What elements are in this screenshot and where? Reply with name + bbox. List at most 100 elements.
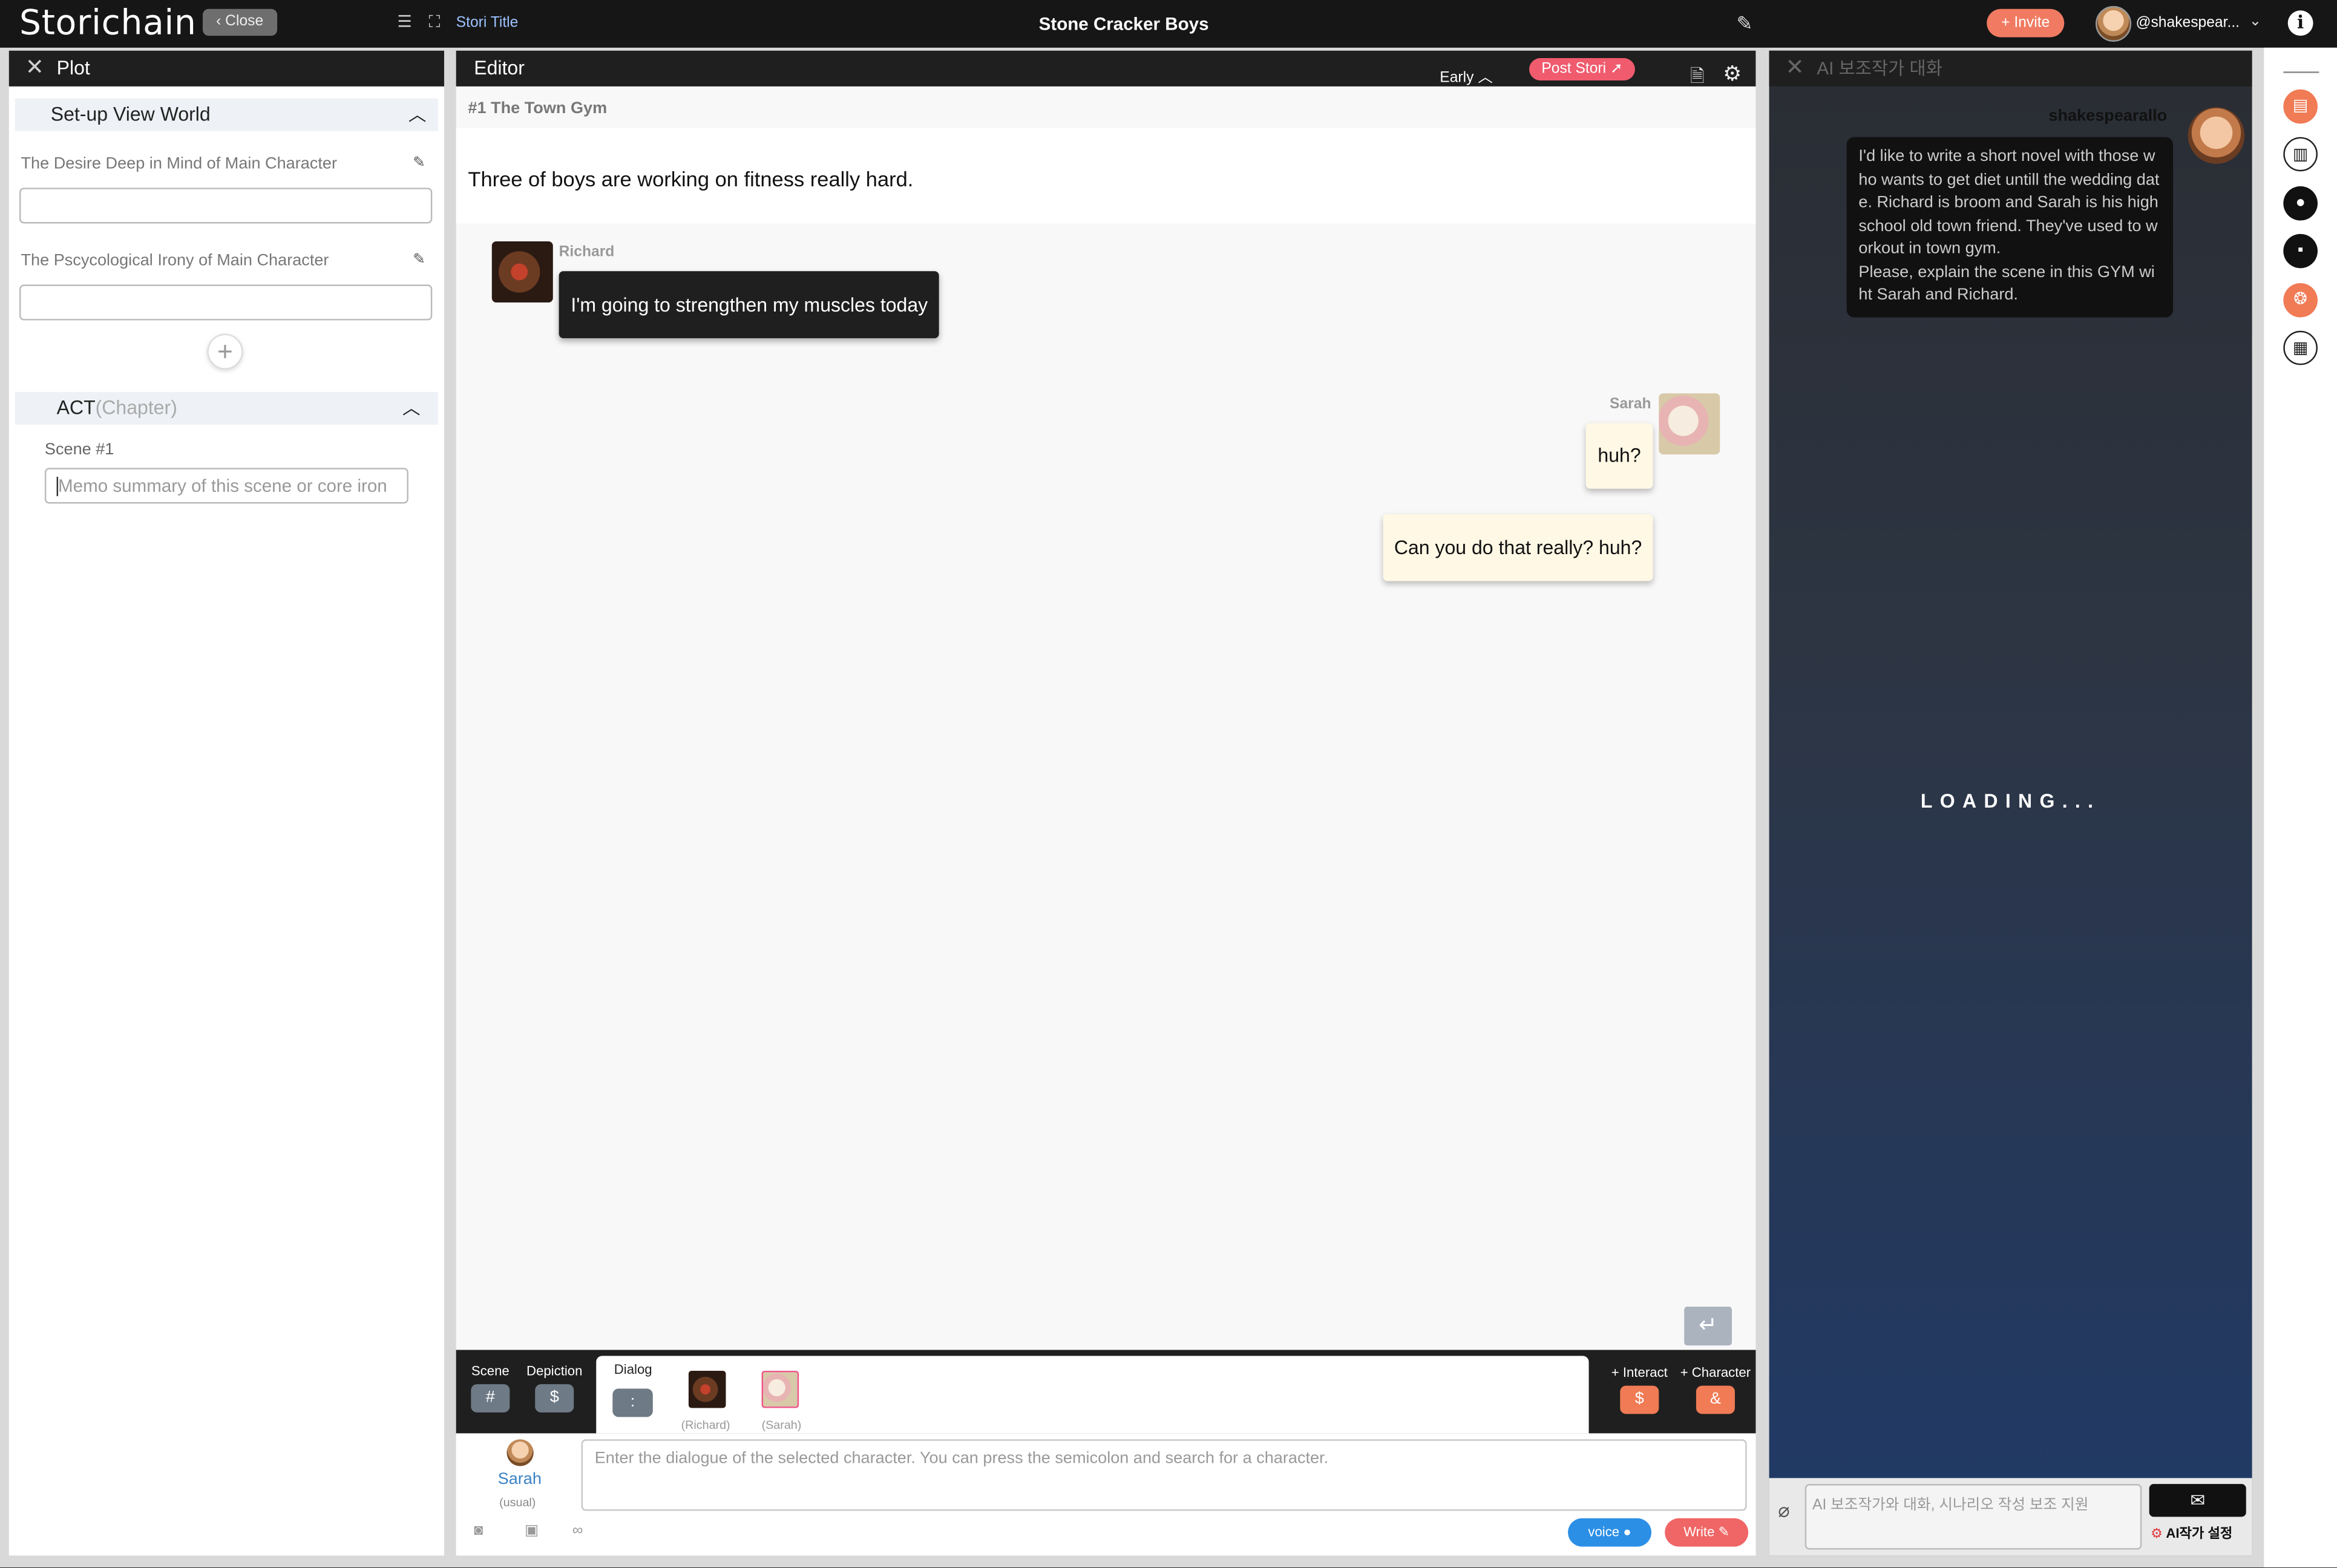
voice-button[interactable]: voice ● xyxy=(1568,1518,1652,1547)
scene-tool-button[interactable]: # xyxy=(471,1384,510,1413)
camera-icon[interactable]: ◙ xyxy=(474,1523,483,1539)
username[interactable]: @shakespear... xyxy=(2135,15,2240,31)
ai-settings-label: AI작가 설정 xyxy=(2166,1526,2233,1541)
dialog-bubble[interactable]: Can you do that really? huh? xyxy=(1383,514,1653,581)
scene-tool-label: Scene xyxy=(471,1363,510,1379)
ai-title: AI 보조작가 대화 xyxy=(1817,58,1942,79)
richard-avatar[interactable] xyxy=(491,241,553,302)
top-bar: Storichain ‹ Close ☰ ⛶ Stori Title Stone… xyxy=(0,0,2337,48)
ai-header: ✕ AI 보조작가 대화 xyxy=(1769,50,2252,87)
speaker-name: Sarah xyxy=(1610,396,1651,413)
scene-title: #1 The Town Gym xyxy=(468,100,608,118)
close-icon[interactable]: ✕ xyxy=(1786,51,1804,87)
paperclip-icon[interactable]: ⌀ xyxy=(1778,1499,1789,1523)
chat-bubble-icon[interactable]: ● xyxy=(2283,186,2318,221)
info-icon[interactable]: i xyxy=(2287,10,2313,36)
ai-chat-input[interactable]: AI 보조작가와 대화, 시나리오 작성 보조 지원 xyxy=(1804,1484,2142,1550)
rail-divider xyxy=(2283,71,2319,73)
selected-character-avatar[interactable] xyxy=(506,1439,534,1466)
desire-field-label: The Desire Deep in Mind of Main Characte… xyxy=(21,155,338,173)
dialog-bubble[interactable]: huh? xyxy=(1585,423,1653,489)
early-dropdown[interactable]: Early ︿ xyxy=(1440,61,1493,97)
scene-tool[interactable]: Scene # xyxy=(468,1364,513,1413)
interact-tool[interactable]: + Interact $ xyxy=(1607,1365,1672,1414)
mic-icon: ● xyxy=(1623,1524,1631,1540)
dialog-tool-label: Dialog xyxy=(614,1362,652,1377)
story-title: Stone Cracker Boys xyxy=(1038,13,1209,34)
scene-label: Scene #1 xyxy=(44,441,114,459)
write-button[interactable]: Write ✎ xyxy=(1665,1518,1749,1547)
dialog-input[interactable]: Enter the dialogue of the selected chara… xyxy=(581,1439,1747,1511)
chevron-down-icon[interactable]: ⌄ xyxy=(2249,13,2262,30)
character-tool[interactable]: + Character & xyxy=(1678,1365,1752,1414)
book-icon[interactable]: ▥ xyxy=(2283,137,2318,172)
comment-icon[interactable]: ▪ xyxy=(2283,234,2318,269)
write-label: Write xyxy=(1683,1524,1715,1540)
app-root: Storichain ‹ Close ☰ ⛶ Stori Title Stone… xyxy=(0,0,2337,1568)
character-tool-label: + Character xyxy=(1680,1365,1751,1380)
irony-field-label: The Pscycological Irony of Main Characte… xyxy=(21,252,329,270)
irony-field-input[interactable] xyxy=(19,284,433,321)
depiction-tool-button[interactable]: $ xyxy=(535,1384,574,1413)
richard-mini-avatar[interactable] xyxy=(688,1370,726,1408)
ai-settings-button[interactable]: ⚙ AI작가 설정 xyxy=(2151,1523,2232,1542)
ai-spiral-icon[interactable]: ❂ xyxy=(2283,283,2318,318)
close-icon[interactable]: ✕ xyxy=(25,51,44,87)
list-icon[interactable]: ▤ xyxy=(2283,89,2318,124)
interact-tool-button[interactable]: $ xyxy=(1620,1385,1659,1414)
depiction-tool[interactable]: Depiction $ xyxy=(522,1364,587,1413)
link-icon[interactable]: ∞ xyxy=(572,1523,583,1539)
richard-mini-name: (Richard) xyxy=(681,1418,730,1432)
chevron-up-icon[interactable]: ︿ xyxy=(408,99,427,131)
editor-title: Editor xyxy=(474,56,525,79)
enter-icon[interactable]: ↵ xyxy=(1684,1307,1732,1346)
invite-button[interactable]: + Invite xyxy=(1987,8,2065,38)
pencil-icon[interactable]: ✎ xyxy=(413,252,425,268)
document-icon[interactable]: 🗎 xyxy=(1690,58,1705,94)
edit-title-pencil-icon[interactable]: ✎ xyxy=(1736,12,1752,36)
chevron-up-icon[interactable]: ︿ xyxy=(402,392,421,425)
sarah-mini-name: (Sarah) xyxy=(761,1418,802,1432)
act-section-header[interactable]: ACT(Chapter) ︿ xyxy=(15,391,439,425)
settings-gear-icon: ⚙ xyxy=(2151,1526,2163,1541)
ai-input-row: ⌀ AI 보조작가와 대화, 시나리오 작성 보조 지원 ✉ ⚙ AI작가 설정 xyxy=(1769,1478,2252,1556)
voice-label: voice xyxy=(1588,1524,1620,1540)
plot-panel: ✕ Plot Set-up View World ︿ The Desire De… xyxy=(8,50,444,1556)
plot-header: ✕ Plot xyxy=(8,50,444,87)
act-muted-label: (Chapter) xyxy=(95,396,177,419)
sarah-avatar[interactable] xyxy=(1659,393,1720,455)
interact-tool-label: + Interact xyxy=(1611,1365,1668,1380)
dialog-tool-button[interactable]: : xyxy=(612,1388,653,1417)
tool-bar: Scene # Depiction $ Dialog : (Richard) (… xyxy=(456,1350,1756,1434)
gallery-icon[interactable]: ▣ xyxy=(525,1523,539,1539)
loading-indicator: LOADING... xyxy=(1920,789,2101,812)
send-mail-icon[interactable]: ✉ xyxy=(2149,1484,2246,1517)
depiction-tool-label: Depiction xyxy=(526,1363,583,1379)
add-field-plus-icon[interactable]: + xyxy=(207,333,243,370)
setup-section-label: Set-up View World xyxy=(50,102,211,125)
dialog-bubble[interactable]: I'm going to strengthen my muscles today xyxy=(559,271,940,339)
setup-section-header[interactable]: Set-up View World ︿ xyxy=(15,98,439,131)
ai-assistant-panel: ✕ AI 보조작가 대화 shakespearallo I'd like to … xyxy=(1769,50,2252,1556)
film-icon[interactable]: ▦ xyxy=(2283,330,2318,365)
pencil-icon[interactable]: ✎ xyxy=(413,155,425,171)
ai-chat-username: shakespearallo xyxy=(2048,107,2168,125)
selected-character-mood: (usual) xyxy=(499,1495,536,1510)
user-avatar[interactable] xyxy=(2095,5,2132,42)
selected-character-name[interactable]: Sarah xyxy=(498,1471,542,1489)
act-label: ACT xyxy=(56,396,96,419)
early-label: Early xyxy=(1440,70,1474,87)
post-stori-button[interactable]: Post Stori ➚ xyxy=(1529,58,1635,81)
speaker-name: Richard xyxy=(559,244,615,261)
dialog-input-area: Sarah (usual) Enter the dialogue of the … xyxy=(456,1433,1756,1556)
editor-panel: Editor Early ︿ Post Stori ➚ 🗎 ⚙ #1 The T… xyxy=(456,50,1756,1556)
dialog-tool-tab[interactable]: Dialog : (Richard) (Sarah) xyxy=(596,1356,1589,1434)
sarah-mini-avatar[interactable] xyxy=(761,1370,799,1408)
scene-memo-input[interactable]: Memo summary of this scene or core iron xyxy=(44,468,408,504)
ai-chat-avatar xyxy=(2188,107,2245,164)
depiction-text[interactable]: Three of boys are working on fitness rea… xyxy=(468,167,913,191)
desire-field-input[interactable] xyxy=(19,188,433,224)
gear-icon[interactable]: ⚙ xyxy=(1723,55,1742,91)
pen-icon: ✎ xyxy=(1718,1524,1730,1540)
character-tool-button[interactable]: & xyxy=(1696,1385,1735,1414)
